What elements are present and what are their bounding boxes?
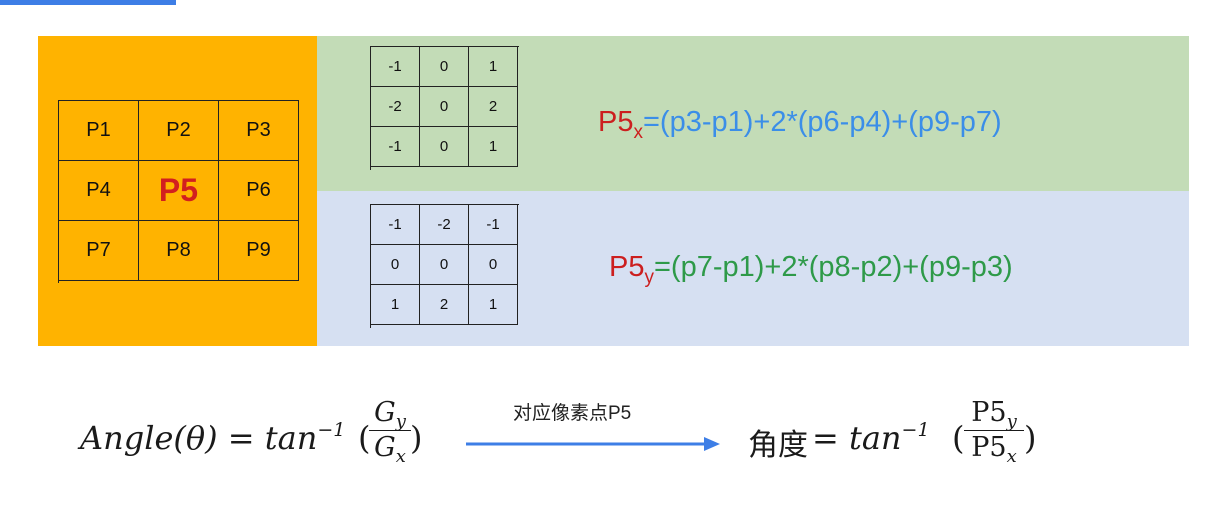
kernel-cell: 0 [469,245,518,285]
kernel-cell: -2 [420,205,469,245]
kernel-cell: 2 [469,87,518,127]
gradient-y-formula: P5y=(p7-p1)+2*(p8-p2)+(p9-p3) [609,251,1013,287]
angle-formula-text: Angle(θ) = tan [80,419,318,457]
sobel-kernel-x: -1 0 1 -2 0 2 -1 0 1 [370,46,519,170]
kernel-cell: 0 [371,245,420,285]
cn-denominator-sub: x [1006,446,1017,467]
pixel-cell-p6: P6 [219,161,299,221]
angle-formula-exponent: −1 [317,419,346,441]
angle-cn-exponent: −1 [901,419,930,441]
pixel-cell-p8: P8 [139,221,219,281]
kernel-cell: 1 [469,285,518,325]
cn-denominator-text: P5 [971,432,1007,463]
angle-numerator: Gy [368,396,412,432]
angle-cn-fraction: P5y P5x [963,396,1025,467]
kernel-cell: -1 [469,205,518,245]
cn-numerator-text: P5 [971,397,1007,428]
kernel-cell: 1 [469,47,518,87]
formula-x-rhs: =(p3-p1)+2*(p6-p4)+(p9-p7) [642,106,1002,138]
formula-y-subscript: y [644,267,654,288]
pixel-cell-p7: P7 [59,221,139,281]
formula-x-subscript: x [633,122,643,143]
angle-cn-eq: = tan [812,419,902,457]
pixel-cell-p4: P4 [59,161,139,221]
kernel-cell: 0 [420,47,469,87]
arrow-label: 对应像素点P5 [513,403,632,424]
kernel-cell: -1 [371,47,420,87]
angle-formula-lhs: Angle(θ) = tan−1 [80,419,345,457]
pixel-cell-p9: P9 [219,221,299,281]
pixel-cell-p5-center: P5 [139,161,219,221]
kernel-cell: 1 [371,285,420,325]
cn-numerator-sub: y [1006,411,1017,432]
gradient-x-formula: P5x=(p3-p1)+2*(p6-p4)+(p9-p7) [598,106,1002,142]
angle-fraction: Gy Gx [368,396,412,467]
kernel-cell: 0 [420,87,469,127]
kernel-cell: -1 [371,205,420,245]
pixel-grid: P1 P2 P3 P4 P5 P6 P7 P8 P9 [58,100,299,283]
kernel-cell: -2 [371,87,420,127]
kernel-cell: 1 [469,127,518,167]
angle-denominator: Gx [368,431,412,467]
angle-cn-formula-rhs: = tan−1 [812,419,930,457]
formula-y-lhs: P5 [609,251,645,283]
right-arrow-icon [466,437,720,451]
kernel-cell: 0 [420,245,469,285]
kernel-cell: 2 [420,285,469,325]
denominator-text: G [374,432,396,463]
angle-cn-label: 角度 [748,428,808,463]
angle-cn-close-paren: ) [1024,419,1037,457]
top-accent-bar [0,0,176,5]
angle-cn-numerator: P5y [963,396,1025,432]
sobel-kernel-y: -1 -2 -1 0 0 0 1 2 1 [370,204,519,328]
denominator-sub: x [395,446,406,467]
angle-cn-denominator: P5x [963,431,1025,467]
numerator-text: G [374,397,396,428]
kernel-cell: 0 [420,127,469,167]
numerator-sub: y [395,411,406,432]
kernel-cell: -1 [371,127,420,167]
pixel-cell-p3: P3 [219,101,299,161]
pixel-cell-p1: P1 [59,101,139,161]
angle-close-paren: ) [410,419,423,457]
formula-y-rhs: =(p7-p1)+2*(p8-p2)+(p9-p3) [653,251,1013,283]
pixel-neighborhood-panel: P1 P2 P3 P4 P5 P6 P7 P8 P9 [38,36,317,346]
formula-x-lhs: P5 [598,106,634,138]
pixel-cell-p2: P2 [139,101,219,161]
